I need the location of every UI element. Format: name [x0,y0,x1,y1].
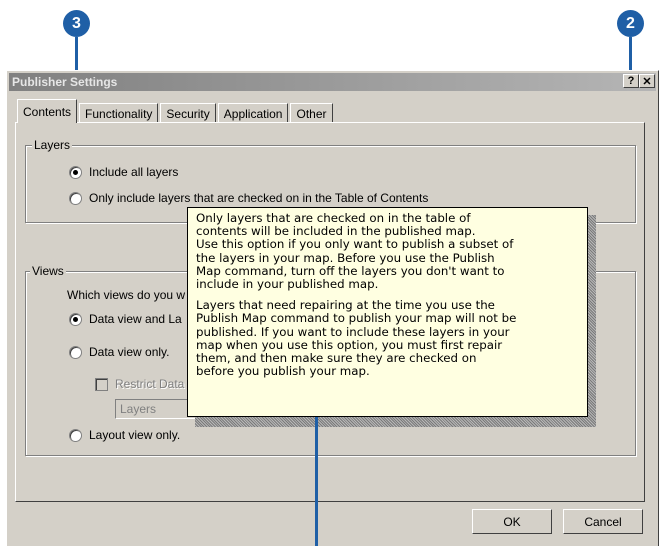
dialog-title: Publisher Settings [12,75,118,89]
only-checked-layers-label: Only include layers that are checked on … [89,191,429,205]
data-view-only-radio[interactable]: Data view only. [69,345,169,359]
callout-3-label: 3 [72,14,81,32]
ok-button-label: OK [503,514,521,529]
views-group-label: Views [30,264,66,278]
title-bar: Publisher Settings [9,73,656,91]
restrict-data-label: Restrict Data [115,377,185,391]
tab-application[interactable]: Application [217,103,289,123]
restrict-data-checkbox[interactable]: Restrict Data [95,377,184,391]
callout-3: 3 [63,10,90,37]
callout-2-leader [629,37,632,73]
help-button[interactable]: ? [623,74,639,88]
radio-button[interactable] [69,428,82,442]
tab-functionality-label: Functionality [85,106,153,121]
radio-button[interactable] [69,191,82,205]
data-view-and-layout-radio[interactable]: Data view and La [69,312,182,326]
tooltip-paragraph-1: Only layers that are checked on in the t… [196,211,514,292]
include-all-layers-label: Include all layers [89,165,179,179]
close-icon: ✕ [642,75,652,88]
tab-strip: Contents Functionality Security Applicat… [17,99,335,123]
radio-button[interactable] [69,312,82,326]
include-all-layers-radio[interactable]: Include all layers [69,165,178,179]
only-checked-layers-radio[interactable]: Only include layers that are checked on … [69,191,428,205]
checkbox[interactable] [95,377,108,391]
tab-application-label: Application [223,106,283,121]
radio-button[interactable] [69,345,82,359]
data-view-and-layout-label: Data view and La [89,312,182,326]
cancel-button-label: Cancel [584,514,622,529]
tab-security[interactable]: Security [160,103,216,123]
help-icon: ? [627,75,635,87]
radio-button[interactable] [69,165,82,179]
cancel-button[interactable]: Cancel [563,509,643,534]
tooltip-paragraph-2: Layers that need repairing at the time y… [196,298,517,379]
ok-button[interactable]: OK [472,509,552,534]
callout-2: 2 [617,10,644,37]
layout-view-only-radio[interactable]: Layout view only. [69,428,180,442]
callout-2-label: 2 [626,14,635,32]
close-button[interactable]: ✕ [639,74,655,88]
layers-combo-value: Layers [120,402,157,416]
layers-group-label: Layers [32,138,73,152]
tooltip-leader [315,417,318,546]
tab-security-label: Security [166,106,210,121]
tab-other[interactable]: Other [290,103,333,123]
tab-functionality[interactable]: Functionality [79,103,159,123]
data-view-only-label: Data view only. [89,345,170,359]
layout-view-only-label: Layout view only. [89,428,181,442]
tab-other-label: Other [296,106,327,121]
tab-contents[interactable]: Contents [17,99,78,123]
help-tooltip: Only layers that are checked on in the t… [187,207,588,417]
tab-contents-label: Contents [23,104,72,119]
views-question: Which views do you w [67,288,186,302]
